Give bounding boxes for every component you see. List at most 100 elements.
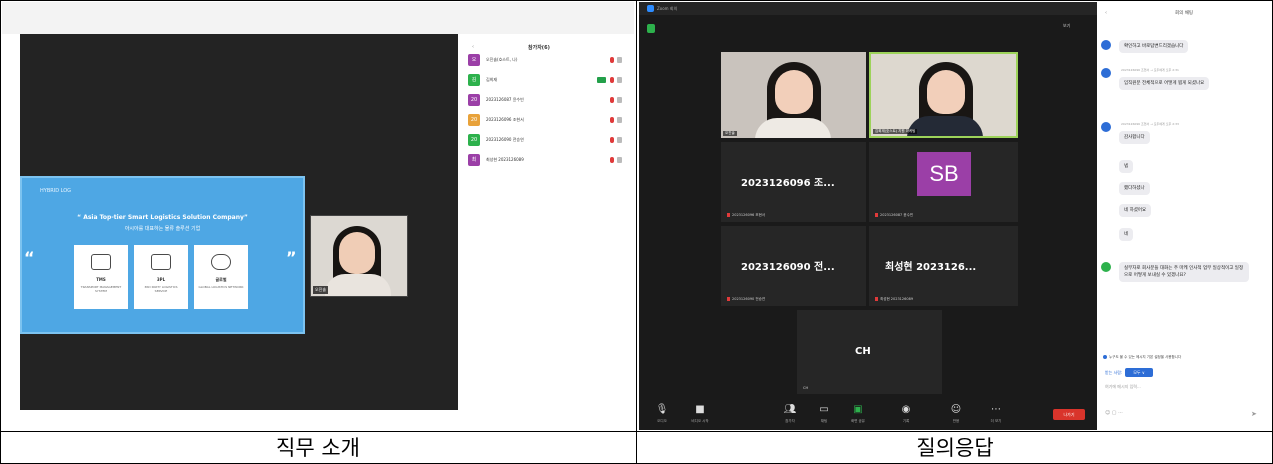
chat-input[interactable]: 여기에 메시지 입력... [1105,384,1141,390]
presenter-video[interactable]: 오진솔 [310,215,408,297]
record-button[interactable]: ◉ 기록 [891,404,921,424]
zoom-logo-icon [647,5,654,12]
tile-label-text: CH [803,386,809,390]
service-card-desc: GLOBAL LOGISTICS NETWORK [198,285,244,289]
participant-row[interactable]: 최 최성현 2023126089 [468,154,628,168]
presentation-slide: HYBRID LOG “ Asia Top-tier Smart Logisti… [20,176,305,334]
leave-button[interactable]: 나가기 [1053,409,1085,420]
share-screen-button[interactable]: ▣ 화면 공유 [843,404,873,424]
muted-mic-icon [875,297,878,301]
participant-name: 2023126096 조현서 [486,117,524,122]
active-speaker-video[interactable]: 김희재(호스트) 지원 마케팅 [869,52,1018,138]
tile-display-name: 2023126090 전... [741,262,835,273]
start-video-button[interactable]: ■ 비디오 시작 [685,404,715,424]
tile-label: 2023126096 조현서 [727,213,765,218]
more-icon: ⋯ [991,404,1001,415]
video-off-icon[interactable] [617,77,622,83]
chat-recipient-label: 받는 사람: [1105,370,1123,375]
sender-avatar [1101,262,1111,272]
participants-button[interactable]: 👥︎ 참가자 [775,404,805,424]
tile-display-name: CH [855,346,871,357]
tile-label: 2023126087 윤수빈 [875,213,913,218]
participant-tile[interactable]: SB 2023126087 윤수빈 [869,142,1018,222]
chat-panel: ‹ 회의 채팅 확인하고 바로답변드리겠습니다 2023126096 조현서 → … [1097,2,1271,430]
participant-avatar: 오 [468,54,480,66]
participants-icon: 👥︎ [783,404,797,415]
more-button[interactable]: ⋯ 더 보기 [981,404,1011,424]
muted-mic-icon[interactable] [610,97,614,103]
service-card-value: TMS [96,277,106,282]
participant-tile[interactable]: 2023126090 전... 2023126090 전승연 [721,226,866,306]
muted-mic-icon[interactable] [610,77,614,83]
tile-display-name: 최성현 2023126... [885,262,977,273]
service-card-value: 글로벌 [215,277,227,282]
mic-icon: 🎙︎ [655,404,669,415]
caption-qa: 질의응답 [916,436,994,460]
participants-title: 참가자(6) [528,45,550,51]
muted-mic-icon[interactable] [610,157,614,163]
window-top-bar [2,2,634,34]
muted-mic-icon [727,213,730,217]
chat-tools-icons[interactable]: ☺ ▢ ⋯ [1105,410,1123,416]
audio-button[interactable]: 🎙︎ 오디오 [647,404,677,424]
video-off-icon[interactable] [617,117,622,123]
chat-button[interactable]: ▭ 채팅 [809,404,839,424]
video-off-icon[interactable] [617,157,622,163]
tile-label-text: 2023126096 조현서 [732,213,766,217]
video-off-icon[interactable] [617,57,622,63]
quote-mark-right: ” [286,248,297,267]
participant-row[interactable]: 20 2023126087 윤수빈 [468,94,628,108]
slide-subtitle: 아시아를 대표하는 물류 솔루션 기업 [124,226,201,232]
chat-privacy-note: 누구도 볼 수 있는 메시지 기본 설정을 사용합니다 [1103,355,1181,360]
avatar: SB [917,152,971,196]
video-name-label: 김희재(호스트) 지원 마케팅 [873,129,918,134]
presenter-face [339,232,375,274]
participant-row[interactable]: 오 오진솔(호스트, 나) [468,54,628,68]
muted-mic-icon[interactable] [610,117,614,123]
participant-face [927,70,965,114]
globe-icon [211,254,231,270]
video-on-icon[interactable] [597,77,606,83]
participant-tile[interactable]: CH CH [797,310,942,394]
participant-video[interactable]: 오진솔 [721,52,866,138]
sender-avatar [1101,68,1111,78]
meeting-toolbar: 🎙︎ 오디오 ■ 비디오 시작 👥︎ 참가자 ▭ 채팅 ▣ 화면 공유 ◉ 기록 ☺ 반응 ⋯… [639,400,1097,430]
video-name-label: 오진솔 [723,131,737,136]
send-icon[interactable]: ➤ [1251,410,1257,418]
service-card: 3PL 3RD PARTY LOGISTICS SERVICE [134,245,188,309]
window-title: Zoom 회의 [657,6,678,11]
participant-row[interactable]: 20 2023126096 조현서 [468,114,628,128]
tile-label: 2023126090 전승연 [727,297,765,302]
chat-recipient-dropdown[interactable]: 모두 ∨ [1125,368,1153,377]
muted-mic-icon[interactable] [610,137,614,143]
quote-mark-left: “ [24,248,35,267]
participant-name: 최성현 2023126089 [486,157,524,162]
service-card-desc: 3RD PARTY LOGISTICS SERVICE [144,285,178,293]
collapse-icon[interactable]: ‹ [472,44,474,50]
participant-avatar: 20 [468,94,480,106]
view-button[interactable]: 보기 [1063,23,1070,29]
chat-header: 회의 채팅 [1175,11,1193,16]
video-off-icon[interactable] [617,97,622,103]
participant-row[interactable]: 김 김희재 [468,74,628,88]
tile-label-text: 2023126090 전승연 [732,297,766,301]
participant-tile[interactable]: 최성현 2023126... 최성현 2023126089 [869,226,1018,306]
tile-label-text: 2023126087 윤수빈 [880,213,914,217]
participant-avatar: 최 [468,154,480,166]
window-title-bar: Zoom 회의 [639,2,1097,15]
service-card-value: 3PL [156,277,166,282]
message-text: 임직원분 전체적으로 어떻게 뵙게 되셨나요 [1119,77,1210,90]
reactions-button[interactable]: ☺ 반응 [941,404,971,424]
video-off-icon[interactable] [617,137,622,143]
video-camera-icon: ■ [695,404,705,415]
sender-avatar [1101,122,1111,132]
shield-icon[interactable] [647,24,655,33]
chat-icon: ▭ [819,404,829,415]
message-text: 했다하셨나 [1119,182,1150,195]
muted-mic-icon[interactable] [610,57,614,63]
participant-name: 오진솔(호스트, 나) [486,57,518,62]
participant-row[interactable]: 20 2023126090 전승연 [468,134,628,148]
participant-tile[interactable]: 2023126096 조... 2023126096 조현서 [721,142,866,222]
slide-tag: HYBRID LOG [40,188,72,194]
service-card: 글로벌 GLOBAL LOGISTICS NETWORK [194,245,248,309]
